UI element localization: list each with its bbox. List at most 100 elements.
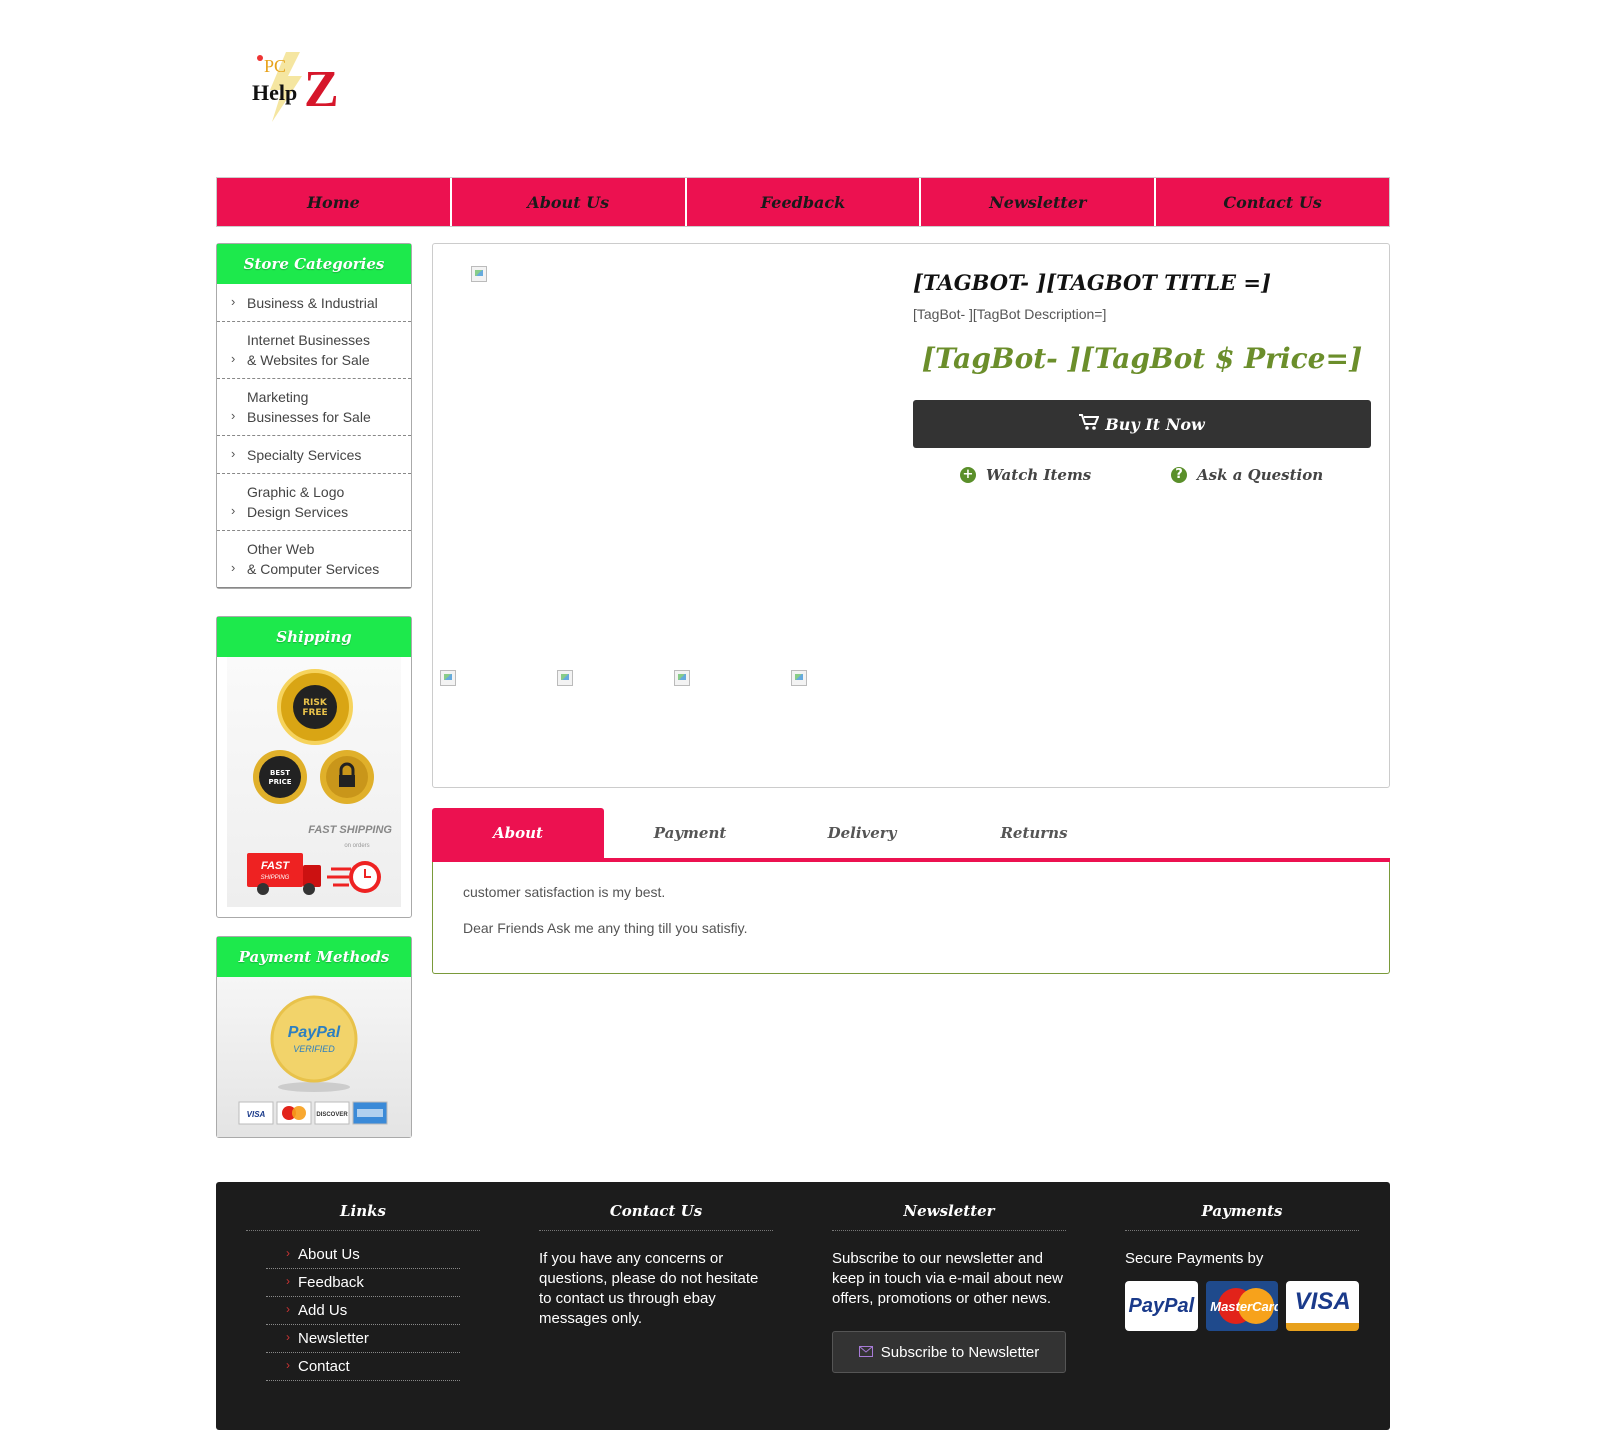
- product-panel: [TAGBOT- ][TAGBOT TITLE =] [TagBot- ][Ta…: [432, 243, 1390, 788]
- footer-link-label: Contact: [298, 1358, 350, 1375]
- chevron-right-icon: ›: [231, 408, 236, 423]
- shipping-badges-image: RISK FREE BEST PRICE FAST SHIPPING on or…: [227, 657, 401, 907]
- category-label: Business & Industrial: [247, 295, 378, 311]
- truck-icon: FAST SHIPPING: [247, 853, 321, 895]
- tab-delivery[interactable]: Delivery: [776, 808, 948, 858]
- about-text-line: customer satisfaction is my best.: [463, 884, 666, 900]
- main-product-image[interactable]: [471, 266, 487, 282]
- plus-circle-icon: +: [960, 467, 976, 483]
- fast-shipping-label: FAST SHIPPING: [308, 824, 392, 836]
- footer-link-about-us[interactable]: › About Us: [266, 1241, 460, 1269]
- nav-contact-us[interactable]: Contact Us: [1156, 178, 1389, 226]
- paypal-verified-image: PayPal VERIFIED VISA DISCOVER: [217, 977, 411, 1137]
- chevron-right-icon: ›: [231, 446, 236, 461]
- footer-newsletter-text: Subscribe to our newsletter and keep in …: [832, 1250, 1063, 1307]
- category-internet-businesses[interactable]: › Internet Businesses & Websites for Sale: [217, 322, 411, 379]
- svg-text:FREE: FREE: [302, 708, 327, 718]
- chevron-right-icon: ›: [286, 1274, 290, 1288]
- nav-feedback[interactable]: Feedback: [687, 178, 922, 226]
- footer-link-newsletter[interactable]: › Newsletter: [266, 1325, 460, 1353]
- category-label: Specialty Services: [247, 447, 362, 463]
- product-price: [TagBot- ][TagBot $ Price=]: [921, 342, 1363, 375]
- subscribe-newsletter-button[interactable]: Subscribe to Newsletter: [832, 1331, 1066, 1373]
- chevron-right-icon: ›: [286, 1246, 290, 1260]
- category-business-industrial[interactable]: › Business & Industrial: [217, 284, 411, 322]
- category-label: Internet Businesses & Websites for Sale: [247, 332, 370, 368]
- nav-newsletter[interactable]: Newsletter: [921, 178, 1157, 226]
- svg-text:PRICE: PRICE: [268, 778, 291, 786]
- store-categories-title: Store Categories: [217, 244, 411, 284]
- subscribe-label: Subscribe to Newsletter: [880, 1343, 1040, 1361]
- svg-text:RISK: RISK: [303, 698, 328, 708]
- svg-text:BEST: BEST: [270, 769, 290, 777]
- tab-content-about: customer satisfaction is my best. Dear F…: [432, 862, 1390, 974]
- chevron-right-icon: ›: [286, 1358, 290, 1372]
- paypal-logo: PayPal: [1125, 1281, 1198, 1331]
- payment-methods-title: Payment Methods: [217, 937, 411, 977]
- tab-payment[interactable]: Payment: [604, 808, 776, 858]
- footer-link-contact[interactable]: › Contact: [266, 1353, 460, 1381]
- chevron-right-icon: ›: [231, 560, 236, 575]
- footer-newsletter-title: Newsletter: [832, 1202, 1066, 1231]
- footer-link-add-us[interactable]: › Add Us: [266, 1297, 460, 1325]
- svg-text:PayPal: PayPal: [288, 1024, 341, 1041]
- product-thumbnail-2[interactable]: [557, 670, 573, 686]
- main-navigation: Home About Us Feedback Newsletter Contac…: [216, 177, 1390, 227]
- svg-text:DISCOVER: DISCOVER: [316, 1112, 348, 1118]
- footer-payments-text: Secure Payments by: [1125, 1250, 1264, 1267]
- product-thumbnail-4[interactable]: [791, 670, 807, 686]
- footer-links-title: Links: [246, 1202, 480, 1231]
- svg-text:MasterCard: MasterCard: [1210, 1299, 1278, 1314]
- footer-contact-column: Contact Us If you have any concerns or q…: [539, 1202, 773, 1430]
- payment-cards: PayPal MasterCard VISA: [1125, 1281, 1360, 1331]
- chevron-right-icon: ›: [231, 503, 236, 518]
- category-other-web-computer[interactable]: › Other Web & Computer Services: [217, 531, 411, 588]
- logo-small-text: PC: [264, 56, 286, 76]
- cart-icon: [1079, 414, 1100, 434]
- risk-free-seal: RISK FREE: [277, 669, 353, 745]
- footer-contact-title: Contact Us: [539, 1202, 773, 1231]
- footer-link-label: About Us: [298, 1246, 360, 1263]
- footer-links-column: Links › About Us › Feedback › Add Us › Newsl…: [246, 1202, 480, 1430]
- logo-big-letter: Z: [304, 61, 339, 118]
- payment-methods-box: Payment Methods PayPal VERIFIED VISA DIS…: [216, 936, 412, 1138]
- buy-it-now-button[interactable]: Buy It Now: [913, 400, 1371, 448]
- product-thumbnail-3[interactable]: [674, 670, 690, 686]
- tab-returns[interactable]: Returns: [948, 808, 1120, 858]
- footer-link-label: Feedback: [298, 1274, 364, 1291]
- clock-icon: [327, 861, 381, 893]
- chevron-right-icon: ›: [231, 294, 236, 309]
- chevron-right-icon: ›: [231, 351, 236, 366]
- category-specialty-services[interactable]: › Specialty Services: [217, 436, 411, 474]
- footer-newsletter-column: Newsletter Subscribe to our newsletter a…: [832, 1202, 1066, 1430]
- svg-text:VISA: VISA: [247, 1110, 266, 1119]
- category-marketing-businesses[interactable]: › Marketing Businesses for Sale: [217, 379, 411, 436]
- fast-shipping-sub: on orders: [344, 843, 369, 849]
- product-description: [TagBot- ][TagBot Description=]: [913, 306, 1107, 322]
- nav-home[interactable]: Home: [217, 178, 452, 226]
- nav-about-us[interactable]: About Us: [452, 178, 687, 226]
- footer-link-label: Add Us: [298, 1302, 348, 1319]
- envelope-icon: [858, 1344, 873, 1361]
- store-logo[interactable]: PC Help Z: [252, 50, 352, 126]
- ask-question-button[interactable]: ? Ask a Question: [1171, 466, 1323, 484]
- product-thumbnail-1[interactable]: [440, 670, 456, 686]
- secure-lock-seal: [320, 750, 374, 804]
- category-graphic-logo-design[interactable]: › Graphic & Logo Design Services: [217, 474, 411, 531]
- visa-logo: VISA: [1286, 1281, 1360, 1331]
- footer-link-feedback[interactable]: › Feedback: [266, 1269, 460, 1297]
- card-logos: VISA DISCOVER: [238, 1101, 388, 1125]
- ask-question-label: Ask a Question: [1197, 466, 1324, 484]
- category-list: › Business & Industrial › Internet Busines…: [217, 284, 411, 588]
- svg-text:FAST: FAST: [261, 860, 290, 872]
- watch-items-button[interactable]: + Watch Items: [960, 466, 1091, 484]
- svg-text:SHIPPING: SHIPPING: [261, 875, 290, 881]
- tab-about[interactable]: About: [432, 808, 604, 858]
- mastercard-logo: MasterCard: [1205, 1281, 1279, 1331]
- about-text-line: Dear Friends Ask me any thing till you s…: [463, 920, 748, 936]
- chevron-right-icon: ›: [286, 1330, 290, 1344]
- footer: Links › About Us › Feedback › Add Us › Newsl…: [216, 1182, 1390, 1430]
- info-tabs: About Payment Delivery Returns: [432, 808, 1390, 862]
- footer-payments-column: Payments Secure Payments by PayPal Maste…: [1125, 1202, 1360, 1430]
- question-circle-icon: ?: [1171, 467, 1187, 483]
